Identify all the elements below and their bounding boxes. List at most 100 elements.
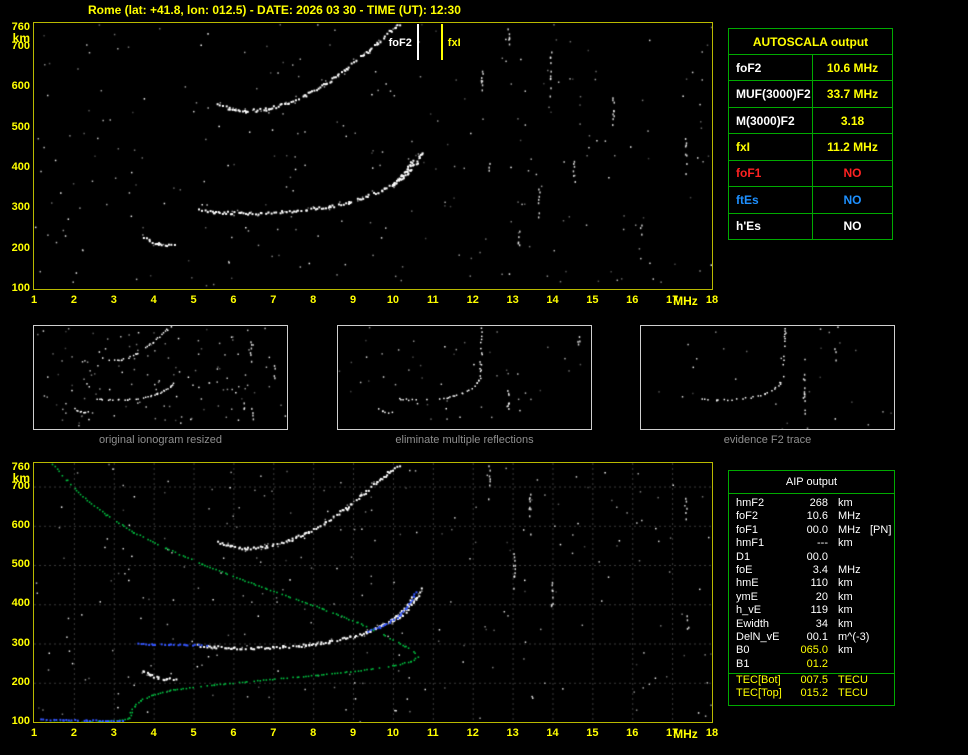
table-row: B0 065.0 km: [729, 644, 894, 657]
param-unit: km: [838, 604, 853, 617]
param-unit: km: [838, 537, 853, 550]
param-label: fxI: [729, 134, 813, 160]
top-ionogram-canvas: [34, 23, 712, 289]
param-value: 00.1: [806, 630, 828, 643]
param-name: B0: [736, 644, 750, 657]
param-value: 3.18: [840, 113, 865, 128]
param-label: foF1: [729, 160, 813, 187]
table-row: DelN_vE 00.1 m^(-3): [729, 631, 894, 644]
param-extra: [868, 497, 870, 510]
fxi-marker-label: fxI: [447, 37, 461, 49]
param-name: D1: [736, 550, 751, 563]
param-unit: km: [838, 577, 853, 590]
x-axis-tick-label: 5: [190, 727, 197, 739]
param-name: hmF1: [736, 537, 765, 550]
x-axis-tick-label: 3: [110, 294, 117, 306]
fof2-marker-line: [416, 24, 419, 60]
param-value: ---: [817, 537, 828, 550]
param-label: M(3000)F2: [729, 107, 813, 134]
top-ionogram-plot: foF2 fxI: [33, 22, 713, 290]
table-row: B1 01.2: [729, 658, 894, 671]
param-value: 01.2: [806, 657, 828, 670]
table-row: foF2 10.6 MHz: [729, 54, 892, 81]
param-value: 20: [815, 590, 828, 603]
x-axis-tick-label: 9: [349, 294, 357, 306]
param-extra: [868, 618, 870, 631]
param-value: 007.5: [800, 674, 828, 687]
param-unit: m^(-3): [838, 630, 870, 643]
param-extra: [868, 564, 870, 577]
table-row: Ewidth 34 km: [729, 618, 894, 631]
y-axis-tick-label: 600: [11, 518, 30, 531]
param-name: B1: [736, 657, 750, 670]
param-value: NO: [843, 219, 862, 234]
bottom-ionogram-block: 760 700 600 500 400 300 200 100 km 1 2 3 4 5 6 7 8 9 10 11 1…: [0, 461, 728, 752]
param-name: ymE: [736, 590, 758, 603]
x-axis-tick-label: 3: [110, 727, 117, 739]
x-axis-tick-label: 13: [506, 294, 519, 306]
x-axis-tick-label: 9: [349, 727, 357, 739]
param-extra: [868, 604, 870, 617]
x-axis-tick-label: 15: [586, 294, 599, 306]
param-name: foE: [736, 563, 753, 576]
param-name: hmF2: [736, 497, 765, 509]
param-extra: [868, 674, 870, 687]
param-value: 00.0: [806, 523, 828, 536]
y-axis-tick-label: 100: [11, 715, 30, 727]
panel-caption: eliminate multiple reflections: [395, 434, 534, 446]
bottom-ionogram-plot: [33, 462, 713, 723]
fof2-marker-label: foF2: [388, 37, 412, 49]
panel-cleaned-canvas: [338, 326, 591, 429]
param-unit: MHz: [838, 563, 861, 576]
table-row: foF1 NO: [729, 159, 892, 187]
param-unit: [828, 551, 868, 564]
y-axis-tick-label: 200: [11, 241, 30, 254]
x-axis-tick-label: 2: [70, 294, 77, 306]
param-value: 11.2 MHz: [827, 139, 878, 154]
param-value: 110: [810, 577, 828, 590]
x-axis-tick-label: 18: [705, 294, 719, 306]
station-date-time-title: Rome (lat: +41.8, lon: 012.5) - DATE: 20…: [88, 3, 461, 17]
y-axis-tick-label: 300: [11, 201, 30, 214]
x-axis-tick-label: 14: [546, 727, 559, 739]
x-axis-tick-label: 8: [310, 294, 317, 306]
x-axis-tick-label: 7: [270, 294, 277, 306]
x-axis-tick-label: 10: [386, 294, 400, 306]
panel-caption: evidence F2 trace: [723, 434, 812, 446]
param-label: foF2: [729, 55, 813, 81]
table-row: MUF(3000)F2 33.7 MHz: [729, 80, 892, 107]
y-axis-tick-label: 400: [11, 597, 30, 610]
aip-table-header: AIP output: [729, 471, 894, 494]
x-axis-tick-label: 4: [150, 294, 157, 306]
param-label: ftEs: [729, 187, 813, 213]
param-extra: [868, 644, 870, 657]
param-value: NO: [843, 192, 862, 207]
param-unit: km: [838, 497, 853, 509]
param-extra: [PN]: [870, 523, 892, 536]
x-axis-tick-label: 11: [426, 727, 439, 739]
y-axis-tick-label: 200: [11, 675, 30, 688]
param-unit: km: [838, 590, 853, 603]
param-value: 3.4: [812, 563, 828, 576]
param-unit: TECU: [838, 674, 868, 687]
x-axis-tick-label: 6: [230, 294, 237, 306]
param-value: 34: [815, 617, 828, 630]
table-row: h'Es NO: [729, 212, 892, 239]
x-axis-tick-label: 1: [30, 294, 38, 306]
panel-cleaned-wrap: eliminate multiple reflections: [337, 325, 592, 450]
table-row: foF2 10.6 MHz: [729, 510, 894, 523]
x-axis-tick-label: 8: [310, 727, 317, 739]
y-axis-tick-label: 600: [11, 80, 30, 93]
param-value: 119: [810, 604, 828, 617]
param-unit: km: [838, 617, 853, 630]
y-axis-tick-label: 500: [11, 558, 30, 571]
x-axis-tick-label: 2: [70, 727, 77, 739]
x-axis-tick-label: 12: [466, 294, 479, 306]
y-axis-tick-label: 300: [11, 636, 30, 649]
autoscala-table-header: AUTOSCALA output: [752, 34, 869, 49]
param-label: h'Es: [729, 213, 813, 239]
x-axis-tick-label: 11: [426, 294, 439, 306]
panel-original-wrap: original ionogram resized: [33, 325, 288, 450]
table-row: h_vE 119 km: [729, 604, 894, 617]
param-name: Ewidth: [736, 617, 770, 630]
